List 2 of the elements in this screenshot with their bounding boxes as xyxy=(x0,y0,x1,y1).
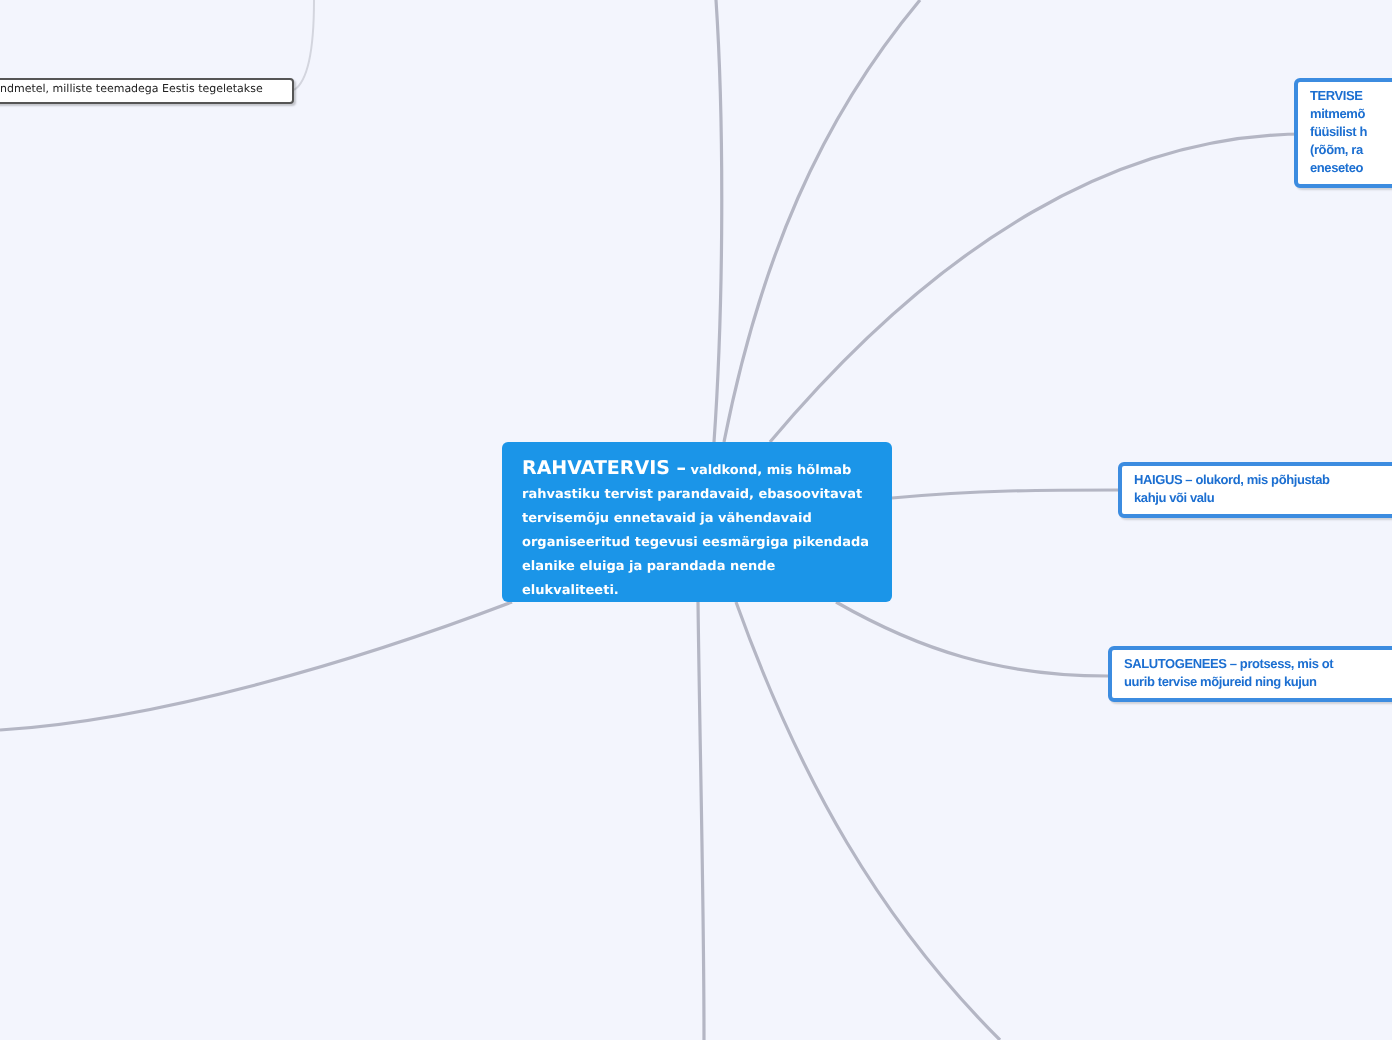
connector-line xyxy=(293,0,315,91)
central-topic[interactable] xyxy=(502,442,892,602)
